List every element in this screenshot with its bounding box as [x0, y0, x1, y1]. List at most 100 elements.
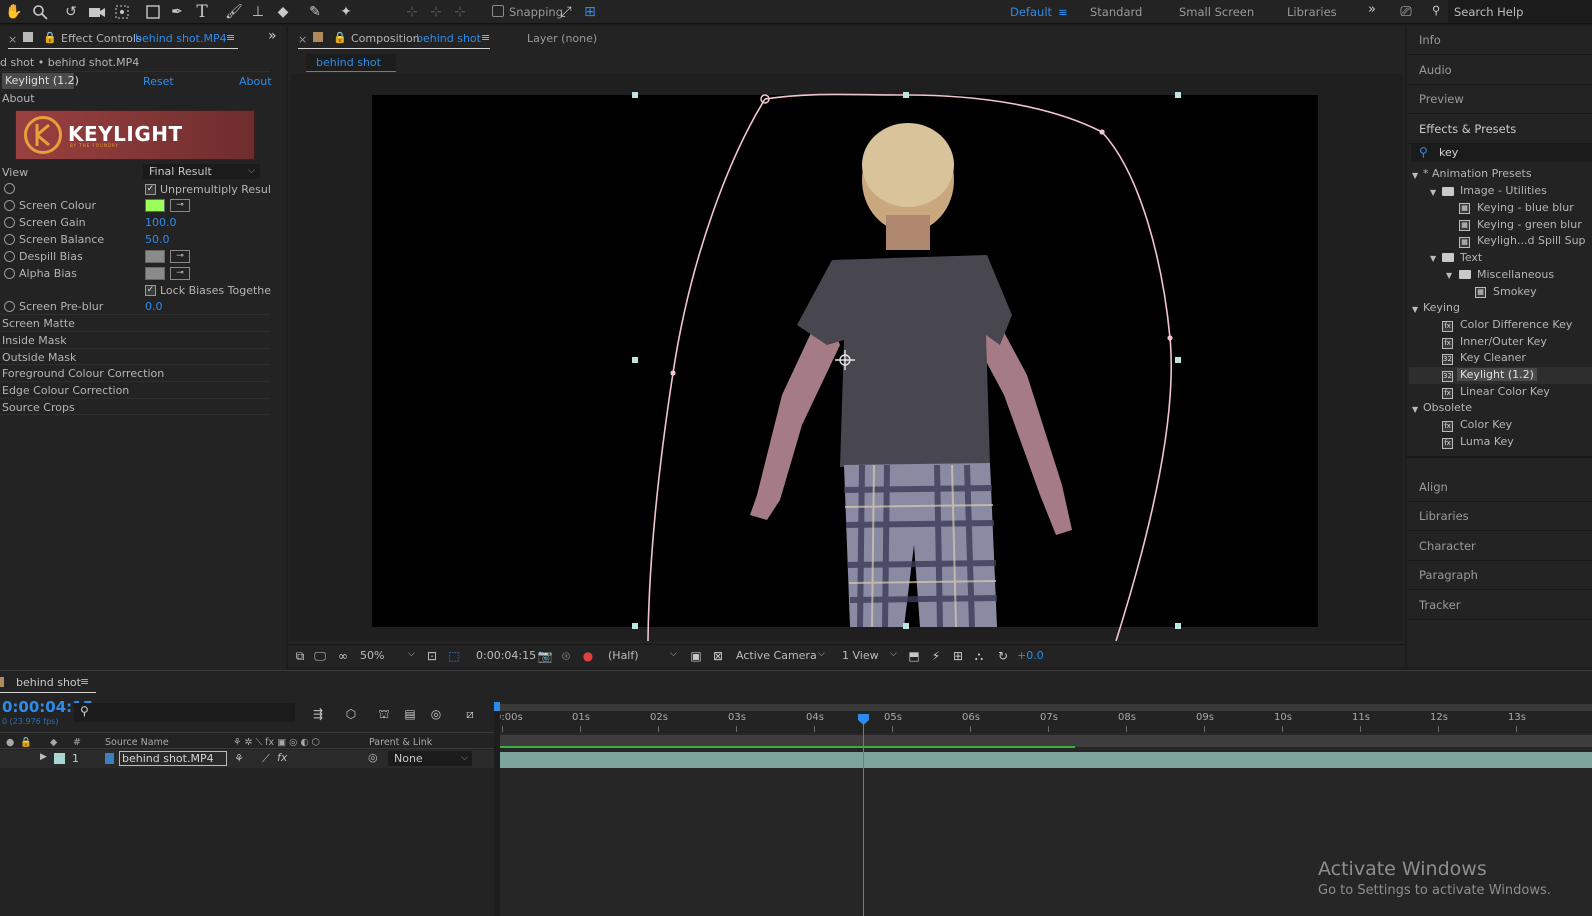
expand-arrow-icon[interactable]: ▼ — [1412, 171, 1418, 180]
show-snapshot-icon[interactable]: ⊛ — [558, 648, 574, 664]
stopwatch-icon[interactable] — [4, 251, 15, 262]
fast-previews-icon[interactable]: ⚡ — [928, 648, 944, 664]
chevron-down-icon[interactable]: ⌵ — [408, 649, 415, 659]
lock-biases-checkbox[interactable]: ✓ — [145, 285, 156, 296]
tree-image-utilities[interactable]: Image - Utilities — [1460, 184, 1547, 197]
hide-shy-layers-icon[interactable]: ⛫ — [376, 706, 392, 722]
group-edge-colour-correction[interactable]: Edge Colour Correction — [0, 382, 270, 399]
mask-visibility-icon[interactable]: ⬚ — [446, 648, 462, 664]
fit-frame-icon[interactable]: ⊡ — [424, 648, 440, 664]
tree-miscellaneous[interactable]: Miscellaneous — [1477, 268, 1554, 281]
eyedropper-icon[interactable]: ⊸ — [170, 250, 190, 263]
current-time-display[interactable]: 0:00:04:15 — [476, 649, 536, 662]
quality-switch-icon[interactable]: ⟋ — [262, 752, 270, 766]
roto-brush-icon[interactable]: ✎ — [305, 2, 325, 22]
expand-arrow-icon[interactable]: ▼ — [1412, 405, 1418, 414]
composition-tab-name[interactable]: behind shot — [416, 32, 481, 45]
group-screen-matte[interactable]: Screen Matte — [0, 315, 270, 332]
pick-whip-icon[interactable]: ◎ — [368, 751, 378, 764]
transparency-grid-icon[interactable]: ⊠ — [710, 648, 726, 664]
timeline-icon[interactable]: ⊞ — [950, 648, 966, 664]
effects-search-input[interactable]: ⚲ key — [1411, 144, 1592, 162]
parent-dropdown[interactable]: None ⌵ — [388, 751, 472, 766]
playhead-line[interactable] — [863, 715, 864, 916]
unpremultiply-checkbox[interactable]: ✓ — [145, 184, 156, 195]
tree-keylight-spill-suppress[interactable]: Keyligh...d Spill Sup — [1477, 234, 1586, 247]
expand-arrow-icon[interactable]: ▼ — [1412, 305, 1418, 314]
stopwatch-icon[interactable] — [4, 183, 15, 194]
pen-icon[interactable]: ✒ — [167, 2, 187, 22]
shy-switch-icon[interactable]: ⚘ — [234, 752, 244, 765]
tree-luma-key[interactable]: Luma Key — [1460, 435, 1514, 448]
screen-colour-swatch[interactable] — [145, 199, 165, 212]
stopwatch-icon[interactable] — [4, 268, 15, 279]
lock-column-icon[interactable]: 🔒 — [20, 737, 32, 748]
snap-grid-icon[interactable]: ⊞ — [580, 2, 600, 22]
tree-keylight-1-2[interactable]: Keylight (1.2) — [1457, 368, 1537, 381]
camera-icon[interactable] — [87, 2, 107, 22]
group-inside-mask[interactable]: Inside Mask — [0, 332, 270, 349]
composition-mini-flowchart-icon[interactable]: ⇶ — [310, 706, 326, 722]
effect-controls-tab-layer[interactable]: behind shot.MP4 — [135, 32, 227, 45]
effects-switch-icon[interactable]: fx — [277, 751, 287, 764]
workspace-small-screen[interactable]: Small Screen — [1179, 5, 1254, 19]
align-panel[interactable]: Align — [1407, 473, 1592, 502]
view-dropdown[interactable]: Final Result ⌵ — [143, 164, 260, 179]
workspace-overflow-icon[interactable]: » — [1368, 2, 1376, 17]
exposure-value[interactable]: +0.0 — [1017, 649, 1044, 662]
alpha-bias-swatch[interactable] — [145, 267, 165, 280]
snapping-checkbox[interactable] — [492, 5, 504, 17]
toggle-pixel-aspect-icon[interactable]: ⬒ — [906, 648, 922, 664]
column-source-name-header[interactable]: Source Name — [105, 737, 169, 748]
panel-menu-icon[interactable]: ≡ — [226, 31, 235, 44]
label-tag-icon[interactable]: ◆ — [50, 737, 57, 748]
screen-balance-value[interactable]: 50.0 — [145, 233, 170, 246]
close-icon[interactable]: × — [298, 33, 307, 46]
axis-local-icon[interactable]: ⊹ — [402, 2, 422, 22]
composition-tab-title[interactable]: Composition — [351, 32, 420, 45]
expand-arrow-icon[interactable]: ▼ — [1446, 271, 1452, 280]
draft-3d-icon[interactable]: ⬡ — [343, 706, 359, 722]
color-channels-icon[interactable]: ● — [580, 648, 596, 664]
tree-smokey[interactable]: Smokey — [1493, 285, 1537, 298]
flowchart-icon[interactable]: ⛬ — [971, 648, 987, 664]
clone-stamp-icon[interactable]: ⊥ — [248, 2, 268, 22]
motion-blur-icon[interactable]: ◎ — [428, 706, 444, 722]
layer-duration-bar[interactable] — [500, 752, 1592, 768]
layer-tab[interactable]: Layer (none) — [527, 32, 597, 45]
tree-keying-blue-blur[interactable]: Keying - blue blur — [1477, 201, 1574, 214]
eyedropper-icon[interactable]: ⊸ — [170, 199, 190, 212]
effect-controls-tab-title[interactable]: Effect Controls — [61, 32, 142, 45]
primary-viewer-icon[interactable]: 🖵 — [312, 648, 328, 664]
workspace-libraries[interactable]: Libraries — [1287, 5, 1337, 19]
expand-arrow-icon[interactable]: ▶ — [40, 752, 47, 762]
close-icon[interactable]: × — [8, 33, 17, 46]
tree-animation-presets[interactable]: * Animation Presets — [1423, 167, 1532, 180]
composition-sub-tab[interactable]: behind shot — [306, 54, 396, 72]
tree-color-key[interactable]: Color Key — [1460, 418, 1512, 431]
libraries-panel[interactable]: Libraries — [1407, 502, 1592, 531]
screen-pre-blur-value[interactable]: 0.0 — [145, 300, 163, 313]
reset-link[interactable]: Reset — [143, 75, 174, 88]
panel-overflow-icon[interactable]: » — [268, 28, 277, 44]
tracker-panel[interactable]: Tracker — [1407, 591, 1592, 620]
reset-exposure-icon[interactable]: ↻ — [995, 648, 1011, 664]
audio-panel[interactable]: Audio — [1407, 56, 1592, 85]
tree-text[interactable]: Text — [1460, 251, 1482, 264]
timeline-layer-row[interactable]: ▶ 1 behind shot.MP4 ⚘ ⟋ fx ◎ None ⌵ — [0, 750, 494, 768]
search-help-box[interactable]: ⚲ Search Help — [1432, 0, 1592, 23]
zoom-icon[interactable] — [30, 2, 50, 22]
tree-color-difference-key[interactable]: Color Difference Key — [1460, 318, 1572, 331]
frame-blending-icon[interactable]: ▤ — [402, 706, 418, 722]
puppet-pin-icon[interactable]: ✦ — [336, 2, 356, 22]
tree-linear-color-key[interactable]: Linear Color Key — [1460, 385, 1550, 398]
chevron-down-icon[interactable]: ⌵ — [818, 649, 825, 659]
paragraph-panel[interactable]: Paragraph — [1407, 561, 1592, 590]
preview-panel[interactable]: Preview — [1407, 85, 1592, 114]
stopwatch-icon[interactable] — [4, 217, 15, 228]
effects-presets-panel[interactable]: Effects & Presets — [1407, 115, 1592, 144]
region-of-interest-icon[interactable]: ▣ — [688, 648, 704, 664]
label-color-swatch[interactable] — [54, 753, 65, 764]
pan-behind-icon[interactable] — [112, 2, 132, 22]
brush-icon[interactable]: 🖌 — [224, 2, 244, 22]
